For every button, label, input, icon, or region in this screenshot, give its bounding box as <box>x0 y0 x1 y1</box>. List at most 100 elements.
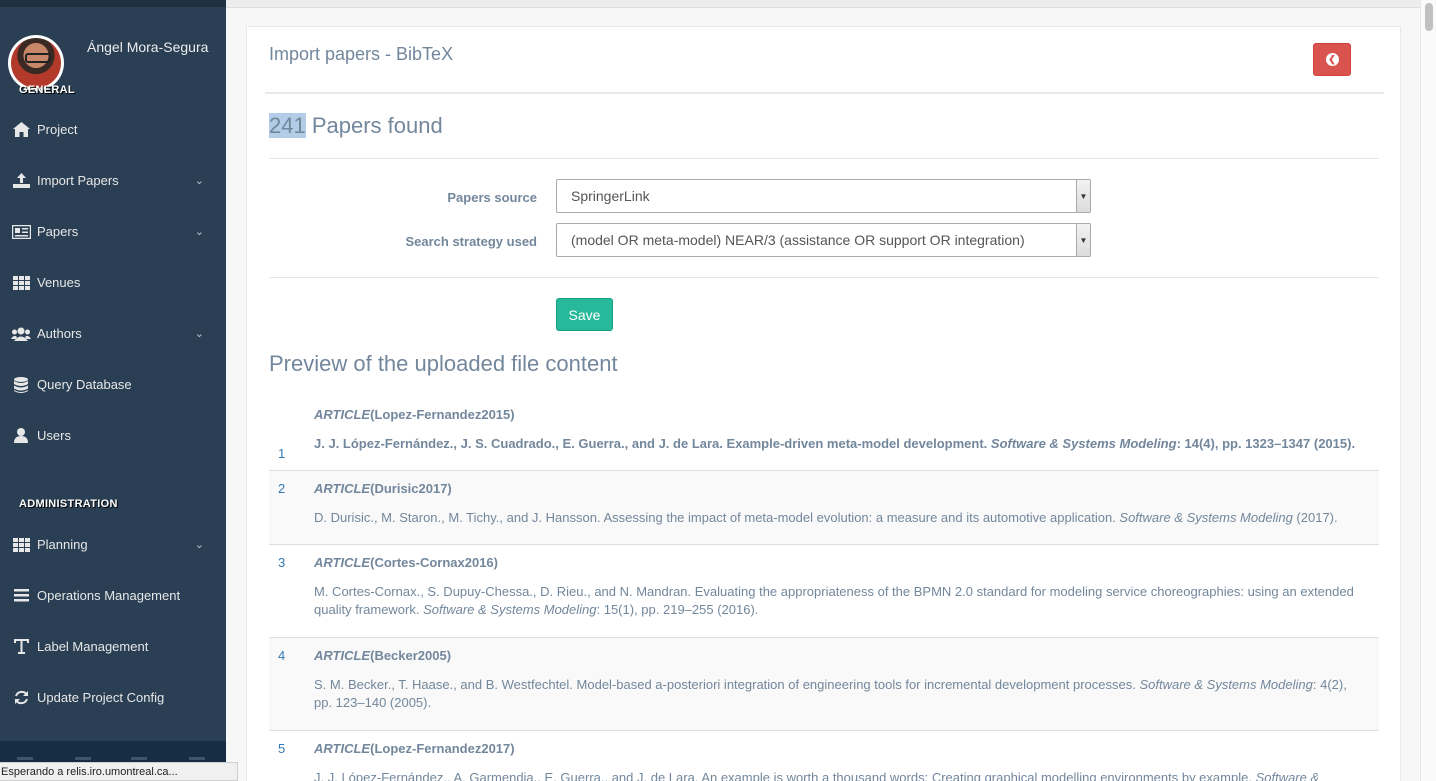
sidebar-item-label: Update Project Config <box>37 690 165 705</box>
sidebar-item-label: Project <box>37 122 78 137</box>
sidebar-item-import-papers[interactable]: Import Papers ⌄ <box>0 155 226 206</box>
caret-down-icon: ▼ <box>1076 180 1090 212</box>
entry-number: 3 <box>278 555 286 570</box>
papers-found-heading: 241 Papers found <box>269 113 443 139</box>
import-panel: Import papers - BibTeX ❮ 241 Papers foun… <box>246 26 1401 781</box>
sidebar: Ángel Mora-Segura GENERAL Project Import… <box>0 0 226 781</box>
text-icon <box>11 639 31 655</box>
sidebar-item-label: Import Papers <box>37 173 119 188</box>
general-menu: Project Import Papers ⌄ Papers ⌄ Venues … <box>0 104 226 461</box>
sidebar-item-query-database[interactable]: Query Database <box>0 359 226 410</box>
sidebar-item-users[interactable]: Users <box>0 410 226 461</box>
sidebar-item-papers[interactable]: Papers ⌄ <box>0 206 226 257</box>
admin-menu: Planning ⌄ Operations Management Label M… <box>0 519 226 723</box>
sidebar-item-label: Papers <box>37 224 79 239</box>
database-icon <box>11 376 31 393</box>
chevron-down-icon: ⌄ <box>194 539 204 551</box>
papers-source-value: SpringerLink <box>571 188 650 204</box>
avatar[interactable] <box>8 35 64 91</box>
entry-number: 1 <box>278 446 286 461</box>
papers-source-label: Papers source <box>447 190 537 205</box>
sidebar-item-label: Venues <box>37 275 81 290</box>
citation-text: J. J. López-Fernández., J. S. Cuadrado.,… <box>314 436 991 451</box>
entry-number: 2 <box>278 481 286 496</box>
entry-key: (Durisic2017) <box>370 481 452 496</box>
sidebar-item-label: Label Management <box>37 639 149 654</box>
papers-found-label: Papers found <box>305 113 443 138</box>
papers-source-select[interactable]: SpringerLink ▼ <box>556 179 1091 213</box>
preview-title: Preview of the uploaded file content <box>269 351 618 376</box>
citation-journal: Software & Systems Modeling <box>990 436 1177 451</box>
sidebar-item-label: Authors <box>37 326 82 341</box>
user-name[interactable]: Ángel Mora-Segura <box>87 39 208 55</box>
entry-type-name: ARTICLE <box>314 648 371 663</box>
entry-type: ARTICLE(Durisic2017) <box>314 481 452 496</box>
sidebar-item-update-project-config[interactable]: Update Project Config <box>0 672 226 723</box>
sidebar-item-label: Query Database <box>37 377 132 392</box>
entry-type: ARTICLE(Becker2005) <box>314 648 451 663</box>
citation-journal: Software & <box>1255 770 1320 781</box>
citation-text: J. J. López-Fernández., A. Garmendia., E… <box>314 770 1256 781</box>
entry-citation: J. J. López-Fernández., J. S. Cuadrado.,… <box>314 435 1364 453</box>
entry-number: 4 <box>278 648 286 663</box>
list-item: 4 ARTICLE(Becker2005) S. M. Becker., T. … <box>269 638 1379 731</box>
top-navbar <box>226 0 1420 8</box>
scrollbar-thumb[interactable] <box>1425 3 1433 31</box>
entry-key: (Lopez-Fernandez2017) <box>370 741 515 756</box>
entry-type-name: ARTICLE <box>314 555 371 570</box>
divider <box>265 92 1384 94</box>
entry-type: ARTICLE(Lopez-Fernandez2015) <box>314 407 515 422</box>
sidebar-item-label: Operations Management <box>37 588 181 603</box>
entry-type: ARTICLE(Lopez-Fernandez2017) <box>314 741 515 756</box>
chevron-down-icon: ⌄ <box>194 328 204 340</box>
users-icon <box>11 326 31 342</box>
newspaper-icon <box>11 224 31 240</box>
divider <box>269 158 1379 159</box>
home-icon <box>11 122 31 138</box>
entry-type: ARTICLE(Cortes-Cornax2016) <box>314 555 498 570</box>
save-button[interactable]: Save <box>556 298 613 331</box>
citation-text: D. Durisic., M. Staron., M. Tichy., and … <box>314 510 1120 525</box>
sidebar-item-operations-management[interactable]: Operations Management <box>0 570 226 621</box>
bars-icon <box>11 588 31 604</box>
refresh-icon <box>11 690 31 706</box>
entry-key: (Lopez-Fernandez2015) <box>370 407 515 422</box>
entry-citation: J. J. López-Fernández., A. Garmendia., E… <box>314 769 1364 781</box>
sidebar-item-project[interactable]: Project <box>0 104 226 155</box>
entry-key: (Becker2005) <box>370 648 452 663</box>
citation-tail: : 15(1), pp. 219–255 (2016). <box>596 602 759 617</box>
list-item: 3 ARTICLE(Cortes-Cornax2016) M. Cortes-C… <box>269 545 1379 638</box>
sidebar-item-label: Users <box>37 428 71 443</box>
section-title-administration: ADMINISTRATION <box>19 498 118 510</box>
avatar-photo <box>11 38 61 88</box>
entry-type-name: ARTICLE <box>314 741 371 756</box>
sidebar-item-label: Planning <box>37 537 88 552</box>
divider <box>269 277 1379 278</box>
search-strategy-select[interactable]: (model OR meta-model) NEAR/3 (assistance… <box>556 223 1091 257</box>
entry-key: (Cortes-Cornax2016) <box>370 555 498 570</box>
sidebar-item-planning[interactable]: Planning ⌄ <box>0 519 226 570</box>
search-strategy-label: Search strategy used <box>405 234 537 249</box>
entry-citation: S. M. Becker., T. Haase., and B. Westfec… <box>314 676 1364 712</box>
list-item: 2 ARTICLE(Durisic2017) D. Durisic., M. S… <box>269 471 1379 545</box>
back-button[interactable]: ❮ <box>1313 43 1351 76</box>
section-title-general: GENERAL <box>19 84 75 96</box>
scrollbar[interactable] <box>1420 0 1436 781</box>
browser-status-bar: Esperando a relis.iro.umontreal.ca... <box>0 762 238 781</box>
grid-icon <box>11 537 31 553</box>
citation-journal: Software & Systems Modeling <box>423 602 597 617</box>
sidebar-item-label-management[interactable]: Label Management <box>0 621 226 672</box>
panel-title: Import papers - BibTeX <box>269 44 454 64</box>
citation-tail: : 14(4), pp. 1323–1347 (2015). <box>1176 436 1356 451</box>
sidebar-item-venues[interactable]: Venues <box>0 257 226 308</box>
entry-citation: D. Durisic., M. Staron., M. Tichy., and … <box>314 509 1364 527</box>
list-item: 5 ARTICLE(Lopez-Fernandez2017) J. J. Lóp… <box>269 731 1379 781</box>
list-item: 1 ARTICLE(Lopez-Fernandez2015) J. J. Lóp… <box>269 399 1379 471</box>
entry-number: 5 <box>278 741 286 756</box>
chevron-down-icon: ⌄ <box>194 226 204 238</box>
sidebar-item-authors[interactable]: Authors ⌄ <box>0 308 226 359</box>
chevron-down-icon: ⌄ <box>194 175 204 187</box>
upload-icon <box>11 173 31 189</box>
citation-journal: Software & Systems Modeling <box>1119 510 1293 525</box>
user-icon <box>11 428 31 444</box>
